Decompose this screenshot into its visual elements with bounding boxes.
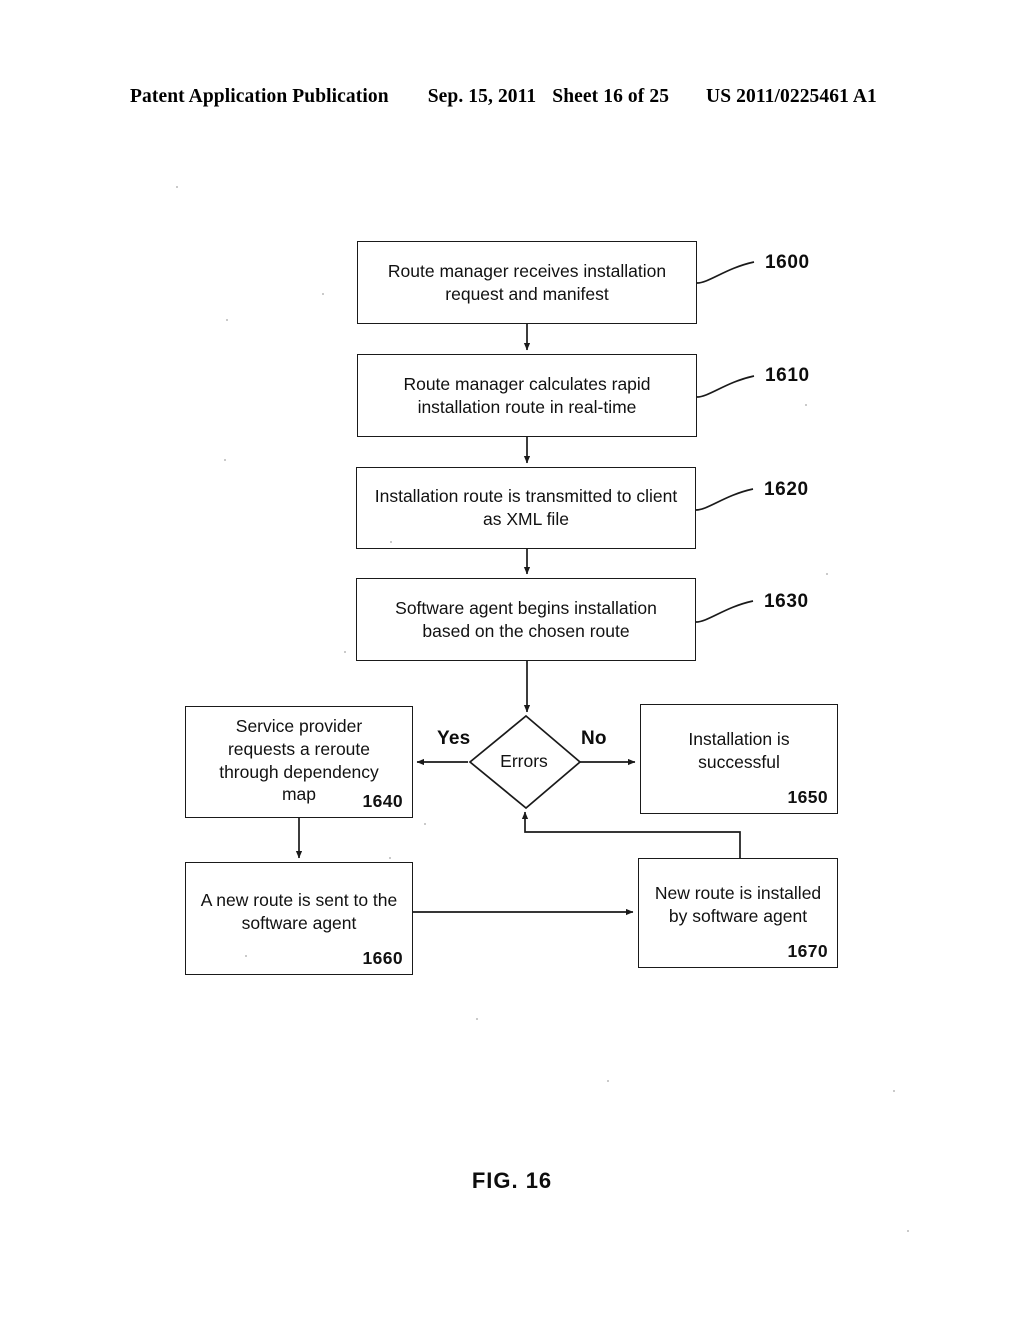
scan-speckle (245, 955, 247, 957)
leader-line-1600 (696, 261, 755, 284)
process-box-1670-line2: by software agent (668, 905, 808, 926)
reference-number-1670: 1670 (787, 941, 828, 962)
process-box-1610-label: Route manager calculates rapid installat… (364, 373, 690, 419)
process-box-1600-line2: request and manifest (445, 283, 609, 304)
scan-speckle (389, 857, 391, 859)
scan-speckle (176, 186, 178, 188)
process-box-1600-line1: Route manager receives installation (387, 260, 667, 281)
scan-speckle (805, 404, 807, 406)
process-box-1640-line1: Service provider (235, 716, 363, 736)
process-box-1640-line4: map (281, 784, 317, 805)
decision-node-errors[interactable]: Errors (468, 716, 580, 808)
scan-speckle (322, 293, 324, 295)
process-box-1630[interactable]: Software agent begins installation based… (356, 578, 696, 661)
scan-speckle (476, 1018, 478, 1020)
process-box-1600-label: Route manager receives installation requ… (364, 260, 690, 306)
reference-number-1610: 1610 (765, 365, 810, 386)
process-box-1660[interactable]: A new route is sent to the software agen… (185, 862, 413, 975)
scan-speckle (424, 823, 426, 825)
process-box-1620-line1: Installation route is transmitted to cli… (374, 486, 678, 507)
process-box-1630-line2: based on the chosen route (422, 620, 630, 641)
process-box-1670[interactable]: New route is installed by software agent… (638, 858, 838, 968)
process-box-1660-label: A new route is sent to the software agen… (186, 889, 412, 935)
process-box-1640-line2: requests a reroute (227, 738, 371, 759)
leader-line-1610 (696, 375, 755, 398)
process-box-1640[interactable]: Service provider requests a reroute thro… (185, 706, 413, 818)
process-box-1650-line1: Installation is (688, 729, 790, 749)
figure-flowchart: Route manager receives installation requ… (0, 0, 1024, 1320)
process-box-1670-label: New route is installed by software agent (639, 882, 837, 928)
process-box-1630-line1: Software agent begins installation (395, 597, 657, 618)
scan-speckle (607, 1080, 609, 1082)
process-box-1620[interactable]: Installation route is transmitted to cli… (356, 467, 696, 549)
process-box-1610[interactable]: Route manager calculates rapid installat… (357, 354, 697, 437)
process-box-1660-line2: software agent (241, 912, 357, 933)
process-box-1600[interactable]: Route manager receives installation requ… (357, 241, 697, 324)
scan-speckle (224, 459, 226, 461)
scan-speckle (907, 1230, 909, 1232)
process-box-1610-line2: installation route in real-time (417, 396, 637, 417)
scan-speckle (893, 1090, 895, 1092)
process-box-1650[interactable]: Installation is successful 1650 (640, 704, 838, 814)
process-box-1620-label: Installation route is transmitted to cli… (363, 485, 689, 531)
leader-line-1620 (695, 488, 754, 511)
scan-speckle (344, 651, 346, 653)
process-box-1660-line1: A new route is sent to the (200, 890, 398, 910)
reference-number-1650: 1650 (787, 787, 828, 808)
reference-number-1640: 1640 (362, 791, 403, 812)
branch-label-no: No (581, 728, 607, 749)
figure-caption: FIG. 16 (471, 1168, 553, 1193)
process-box-1650-label: Installation is successful (641, 728, 837, 774)
reference-number-1630: 1630 (764, 591, 809, 612)
leader-line-1630 (695, 600, 754, 623)
reference-number-1620: 1620 (764, 479, 809, 500)
process-box-1620-line2: as XML file (483, 509, 569, 529)
scan-speckle (226, 319, 228, 321)
reference-number-1600: 1600 (765, 252, 810, 273)
scan-speckle (826, 573, 828, 575)
branch-label-yes: Yes (437, 728, 471, 749)
decision-node-label: Errors (500, 751, 548, 772)
process-box-1670-line1: New route is installed (654, 883, 822, 903)
process-box-1640-line3: through dependency (219, 761, 379, 782)
process-box-1650-line2: successful (698, 751, 780, 772)
scan-speckle (390, 541, 392, 543)
process-box-1630-label: Software agent begins installation based… (363, 597, 689, 643)
reference-number-1660: 1660 (362, 948, 403, 969)
process-box-1610-line1: Route manager calculates rapid (403, 373, 651, 394)
